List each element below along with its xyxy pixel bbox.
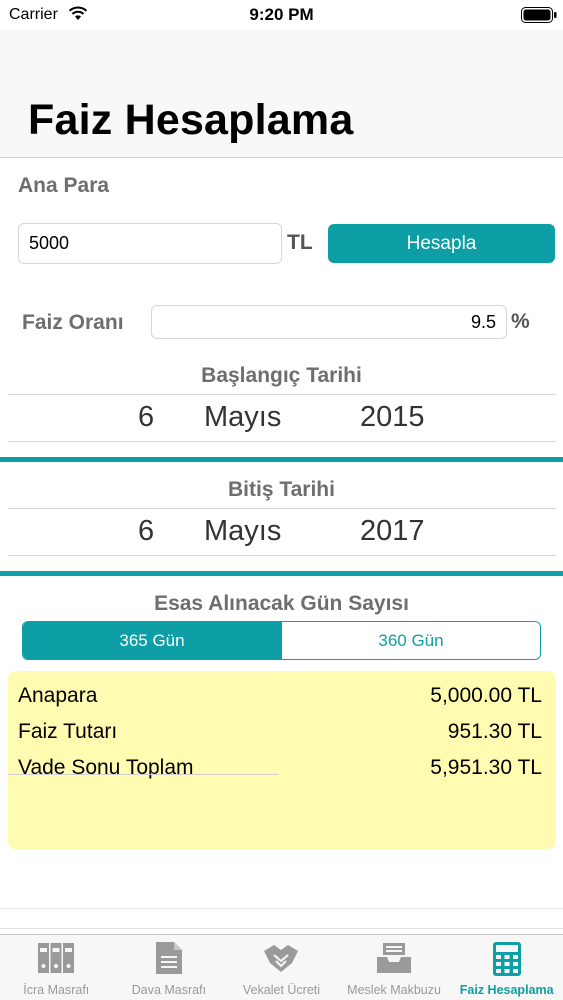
tab-icra-masrafi[interactable]: İcra Masrafı (0, 935, 113, 1000)
result-row-interest: Faiz Tutarı 951.30 TL (18, 720, 542, 750)
start-date-heading: Başlangıç Tarihi (201, 364, 362, 387)
end-day-wheel[interactable]: 6 (138, 515, 154, 548)
start-month-wheel[interactable]: Mayıs (204, 401, 281, 434)
divider (0, 908, 563, 909)
principal-label: Ana Para (18, 174, 110, 197)
result-label: Anapara (18, 684, 98, 707)
tab-bar: İcra Masrafı Dava Masrafı Vekalet Ücreti… (0, 934, 563, 1000)
tab-label: Faiz Hesaplama (459, 983, 554, 997)
day-basis-segmented-control[interactable]: 365 Gün 360 Gün (22, 621, 541, 660)
tab-dava-masrafi[interactable]: Dava Masrafı (113, 935, 226, 1000)
segment-360-days[interactable]: 360 Gün (281, 622, 540, 659)
result-separator (8, 774, 278, 775)
segment-365-days[interactable]: 365 Gün (23, 622, 281, 659)
day-basis-heading: Esas Alınacak Gün Sayısı (154, 592, 409, 615)
start-day-wheel[interactable]: 6 (138, 401, 154, 434)
percent-label: % (511, 310, 530, 333)
tab-meslek-makbuzu[interactable]: Meslek Makbuzu (338, 935, 451, 1000)
end-month-wheel[interactable]: Mayıs (204, 515, 281, 548)
result-value: 5,951.30 TL (430, 756, 542, 779)
result-label: Vade Sonu Toplam (18, 756, 194, 779)
handshake-icon (264, 945, 299, 972)
section-divider (0, 457, 563, 462)
battery-icon (521, 7, 557, 23)
calculator-icon (492, 942, 521, 976)
result-row-total: Vade Sonu Toplam 5,951.30 TL (18, 756, 542, 786)
principal-input[interactable]: 5000 (18, 223, 282, 264)
tab-label: Dava Masrafı (131, 983, 207, 997)
result-value: 951.30 TL (447, 720, 542, 743)
status-time: 9:20 PM (249, 5, 314, 24)
result-label: Faiz Tutarı (18, 720, 118, 743)
navigation-header: Faiz Hesaplama (0, 30, 563, 158)
interest-rate-label: Faiz Oranı (22, 311, 124, 334)
interest-rate-input[interactable]: 9.5 (151, 305, 507, 339)
section-divider (0, 571, 563, 576)
end-date-picker[interactable]: 6 Mayıs 2017 (8, 508, 556, 556)
tab-label: Vekalet Ücreti (242, 983, 321, 997)
tab-vekalet-ucreti[interactable]: Vekalet Ücreti (225, 935, 338, 1000)
inbox-tray-icon (377, 943, 412, 973)
end-year-wheel[interactable]: 2017 (360, 515, 425, 548)
start-date-picker[interactable]: 6 Mayıs 2015 (8, 394, 556, 442)
results-panel: Anapara 5,000.00 TL Faiz Tutarı 951.30 T… (8, 671, 556, 849)
end-date-heading: Bitiş Tarihi (228, 478, 335, 501)
result-value: 5,000.00 TL (430, 684, 542, 707)
tab-faiz-hesaplama[interactable]: Faiz Hesaplama (450, 935, 563, 1000)
start-year-wheel[interactable]: 2015 (360, 401, 425, 434)
result-row-principal: Anapara 5,000.00 TL (18, 684, 542, 714)
calculate-button[interactable]: Hesapla (328, 224, 555, 263)
currency-label: TL (287, 231, 313, 254)
page-title: Faiz Hesaplama (28, 96, 354, 144)
divider (0, 928, 563, 929)
tab-label: Meslek Makbuzu (347, 983, 441, 997)
status-bar: Carrier 9:20 PM (0, 0, 563, 30)
document-icon (155, 942, 182, 974)
binders-icon (38, 943, 75, 973)
tab-label: İcra Masrafı (23, 983, 90, 997)
